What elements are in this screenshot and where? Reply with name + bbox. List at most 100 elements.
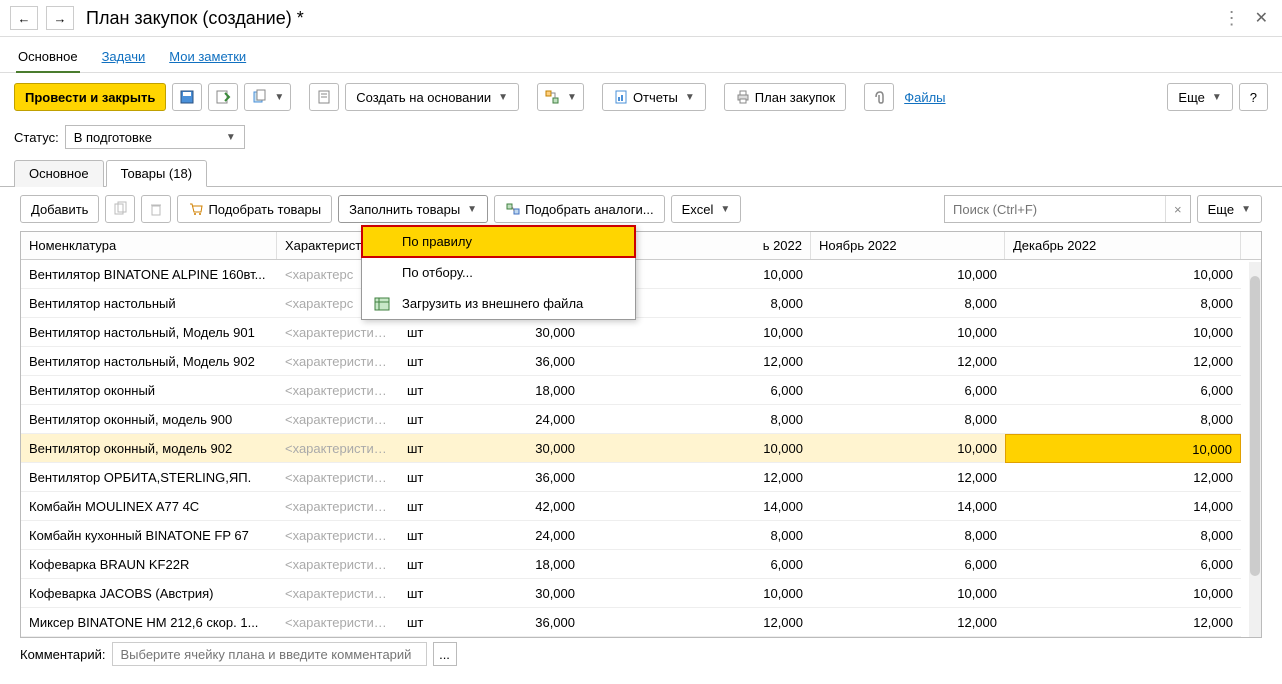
cell-m3[interactable]: 6,000 bbox=[1005, 376, 1241, 405]
col-month2[interactable]: Ноябрь 2022 bbox=[811, 232, 1005, 259]
menu-from-file[interactable]: Загрузить из внешнего файла bbox=[362, 288, 635, 319]
cell-nomenclature[interactable]: Вентилятор оконный bbox=[21, 376, 277, 405]
pick-analogs-button[interactable]: Подобрать аналоги... bbox=[494, 195, 665, 223]
cell-total[interactable]: шт24,000 bbox=[399, 521, 583, 550]
copy-button[interactable]: ▼ bbox=[244, 83, 291, 111]
cell-characteristic[interactable]: <характеристики... bbox=[277, 608, 399, 637]
cell-m3[interactable]: 10,000 bbox=[1005, 318, 1241, 347]
excel-button[interactable]: Excel▼ bbox=[671, 195, 742, 223]
post-and-close-button[interactable]: Провести и закрыть bbox=[14, 83, 166, 111]
search-input[interactable] bbox=[945, 202, 1165, 217]
cell-m1[interactable]: 8,000 bbox=[583, 521, 811, 550]
cell-nomenclature[interactable]: Вентилятор оконный, модель 902 bbox=[21, 434, 277, 463]
cell-characteristic[interactable]: <характеристики... bbox=[277, 579, 399, 608]
help-button[interactable]: ? bbox=[1239, 83, 1268, 111]
cell-m1[interactable]: 10,000 bbox=[583, 579, 811, 608]
cell-total[interactable]: шт30,000 bbox=[399, 318, 583, 347]
cell-nomenclature[interactable]: Вентилятор BINATONE ALPINE 160вт... bbox=[21, 260, 277, 289]
tab-notes[interactable]: Мои заметки bbox=[167, 43, 248, 72]
nav-forward-button[interactable]: → bbox=[46, 6, 74, 30]
cell-nomenclature[interactable]: Вентилятор оконный, модель 900 bbox=[21, 405, 277, 434]
pick-goods-button[interactable]: Подобрать товары bbox=[177, 195, 332, 223]
close-button[interactable]: ✕ bbox=[1251, 8, 1272, 28]
cell-m3[interactable]: 8,000 bbox=[1005, 405, 1241, 434]
cell-m2[interactable]: 14,000 bbox=[811, 492, 1005, 521]
scrollbar-thumb[interactable] bbox=[1250, 276, 1260, 576]
copy-row-button[interactable] bbox=[105, 195, 135, 223]
cell-m3[interactable]: 12,000 bbox=[1005, 463, 1241, 492]
cell-m3[interactable]: 8,000 bbox=[1005, 289, 1241, 318]
cell-characteristic[interactable]: <характеристики... bbox=[277, 405, 399, 434]
reports-button[interactable]: Отчеты ▼ bbox=[602, 83, 706, 111]
cell-m2[interactable]: 10,000 bbox=[811, 434, 1005, 463]
add-button[interactable]: Добавить bbox=[20, 195, 99, 223]
col-nomenclature[interactable]: Номенклатура bbox=[21, 232, 277, 259]
scrollbar[interactable] bbox=[1249, 262, 1261, 637]
cell-m2[interactable]: 10,000 bbox=[811, 579, 1005, 608]
cell-total[interactable]: шт18,000 bbox=[399, 376, 583, 405]
cell-m1[interactable]: 6,000 bbox=[583, 550, 811, 579]
comment-expand-button[interactable]: ... bbox=[433, 642, 457, 666]
cell-m2[interactable]: 8,000 bbox=[811, 405, 1005, 434]
cell-nomenclature[interactable]: Кофеварка BRAUN KF22R bbox=[21, 550, 277, 579]
cell-m2[interactable]: 12,000 bbox=[811, 463, 1005, 492]
tab-tasks[interactable]: Задачи bbox=[100, 43, 148, 72]
cell-m3[interactable]: 6,000 bbox=[1005, 550, 1241, 579]
cell-total[interactable]: шт36,000 bbox=[399, 463, 583, 492]
cell-total[interactable]: шт36,000 bbox=[399, 608, 583, 637]
cell-characteristic[interactable]: <характеристики... bbox=[277, 434, 399, 463]
cell-m2[interactable]: 6,000 bbox=[811, 376, 1005, 405]
cell-total[interactable]: шт42,000 bbox=[399, 492, 583, 521]
save-button[interactable] bbox=[172, 83, 202, 111]
status-select[interactable]: В подготовке ▼ bbox=[65, 125, 245, 149]
cell-m1[interactable]: 10,000 bbox=[583, 434, 811, 463]
attach-button[interactable] bbox=[864, 83, 894, 111]
cell-nomenclature[interactable]: Комбайн MOULINEX A77 4C bbox=[21, 492, 277, 521]
cell-characteristic[interactable]: <характеристики... bbox=[277, 492, 399, 521]
menu-by-filter[interactable]: По отбору... bbox=[362, 257, 635, 288]
cell-characteristic[interactable]: <характеристики... bbox=[277, 347, 399, 376]
files-link[interactable]: Файлы bbox=[904, 90, 945, 105]
cell-nomenclature[interactable]: Кофеварка JACOBS (Австрия) bbox=[21, 579, 277, 608]
doc-button[interactable] bbox=[309, 83, 339, 111]
cell-total[interactable]: шт30,000 bbox=[399, 579, 583, 608]
cell-m1[interactable]: 8,000 bbox=[583, 405, 811, 434]
delete-row-button[interactable] bbox=[141, 195, 171, 223]
table-more-button[interactable]: Еще▼ bbox=[1197, 195, 1262, 223]
menu-by-rule[interactable]: По правилу bbox=[362, 226, 635, 257]
cell-m2[interactable]: 10,000 bbox=[811, 260, 1005, 289]
cell-nomenclature[interactable]: Миксер BINATONE HM 212,6 скор. 1... bbox=[21, 608, 277, 637]
cell-m2[interactable]: 8,000 bbox=[811, 289, 1005, 318]
cell-m3[interactable]: 8,000 bbox=[1005, 521, 1241, 550]
post-button[interactable] bbox=[208, 83, 238, 111]
cell-m3[interactable]: 10,000 bbox=[1005, 260, 1241, 289]
cell-characteristic[interactable]: <характеристики... bbox=[277, 521, 399, 550]
create-based-button[interactable]: Создать на основании▼ bbox=[345, 83, 519, 111]
cell-nomenclature[interactable]: Вентилятор ОРБИТА,STERLING,ЯП. bbox=[21, 463, 277, 492]
more-button[interactable]: Еще▼ bbox=[1167, 83, 1232, 111]
cell-m3[interactable]: 12,000 bbox=[1005, 347, 1241, 376]
cell-m2[interactable]: 6,000 bbox=[811, 550, 1005, 579]
cell-m1[interactable]: 10,000 bbox=[583, 318, 811, 347]
tab-inner-main[interactable]: Основное bbox=[14, 160, 104, 187]
print-plan-button[interactable]: План закупок bbox=[724, 83, 846, 111]
cell-nomenclature[interactable]: Комбайн кухонный BINATONE FP 67 bbox=[21, 521, 277, 550]
cell-m2[interactable]: 10,000 bbox=[811, 318, 1005, 347]
cell-m2[interactable]: 12,000 bbox=[811, 608, 1005, 637]
cell-total[interactable]: шт18,000 bbox=[399, 550, 583, 579]
cell-characteristic[interactable]: <характеристики... bbox=[277, 318, 399, 347]
cell-m2[interactable]: 8,000 bbox=[811, 521, 1005, 550]
cell-characteristic[interactable]: <характеристики... bbox=[277, 550, 399, 579]
cell-m1[interactable]: 6,000 bbox=[583, 376, 811, 405]
cell-total[interactable]: шт24,000 bbox=[399, 405, 583, 434]
tab-main[interactable]: Основное bbox=[16, 43, 80, 72]
tab-inner-goods[interactable]: Товары (18) bbox=[106, 160, 207, 187]
cell-m1[interactable]: 12,000 bbox=[583, 347, 811, 376]
cell-m2[interactable]: 12,000 bbox=[811, 347, 1005, 376]
kebab-menu[interactable]: ⋮ bbox=[1223, 8, 1241, 29]
cell-nomenclature[interactable]: Вентилятор настольный, Модель 901 bbox=[21, 318, 277, 347]
cell-nomenclature[interactable]: Вентилятор настольный bbox=[21, 289, 277, 318]
cell-characteristic[interactable]: <характеристики... bbox=[277, 376, 399, 405]
nav-back-button[interactable]: ← bbox=[10, 6, 38, 30]
cell-m3[interactable]: 10,000 bbox=[1005, 434, 1241, 463]
